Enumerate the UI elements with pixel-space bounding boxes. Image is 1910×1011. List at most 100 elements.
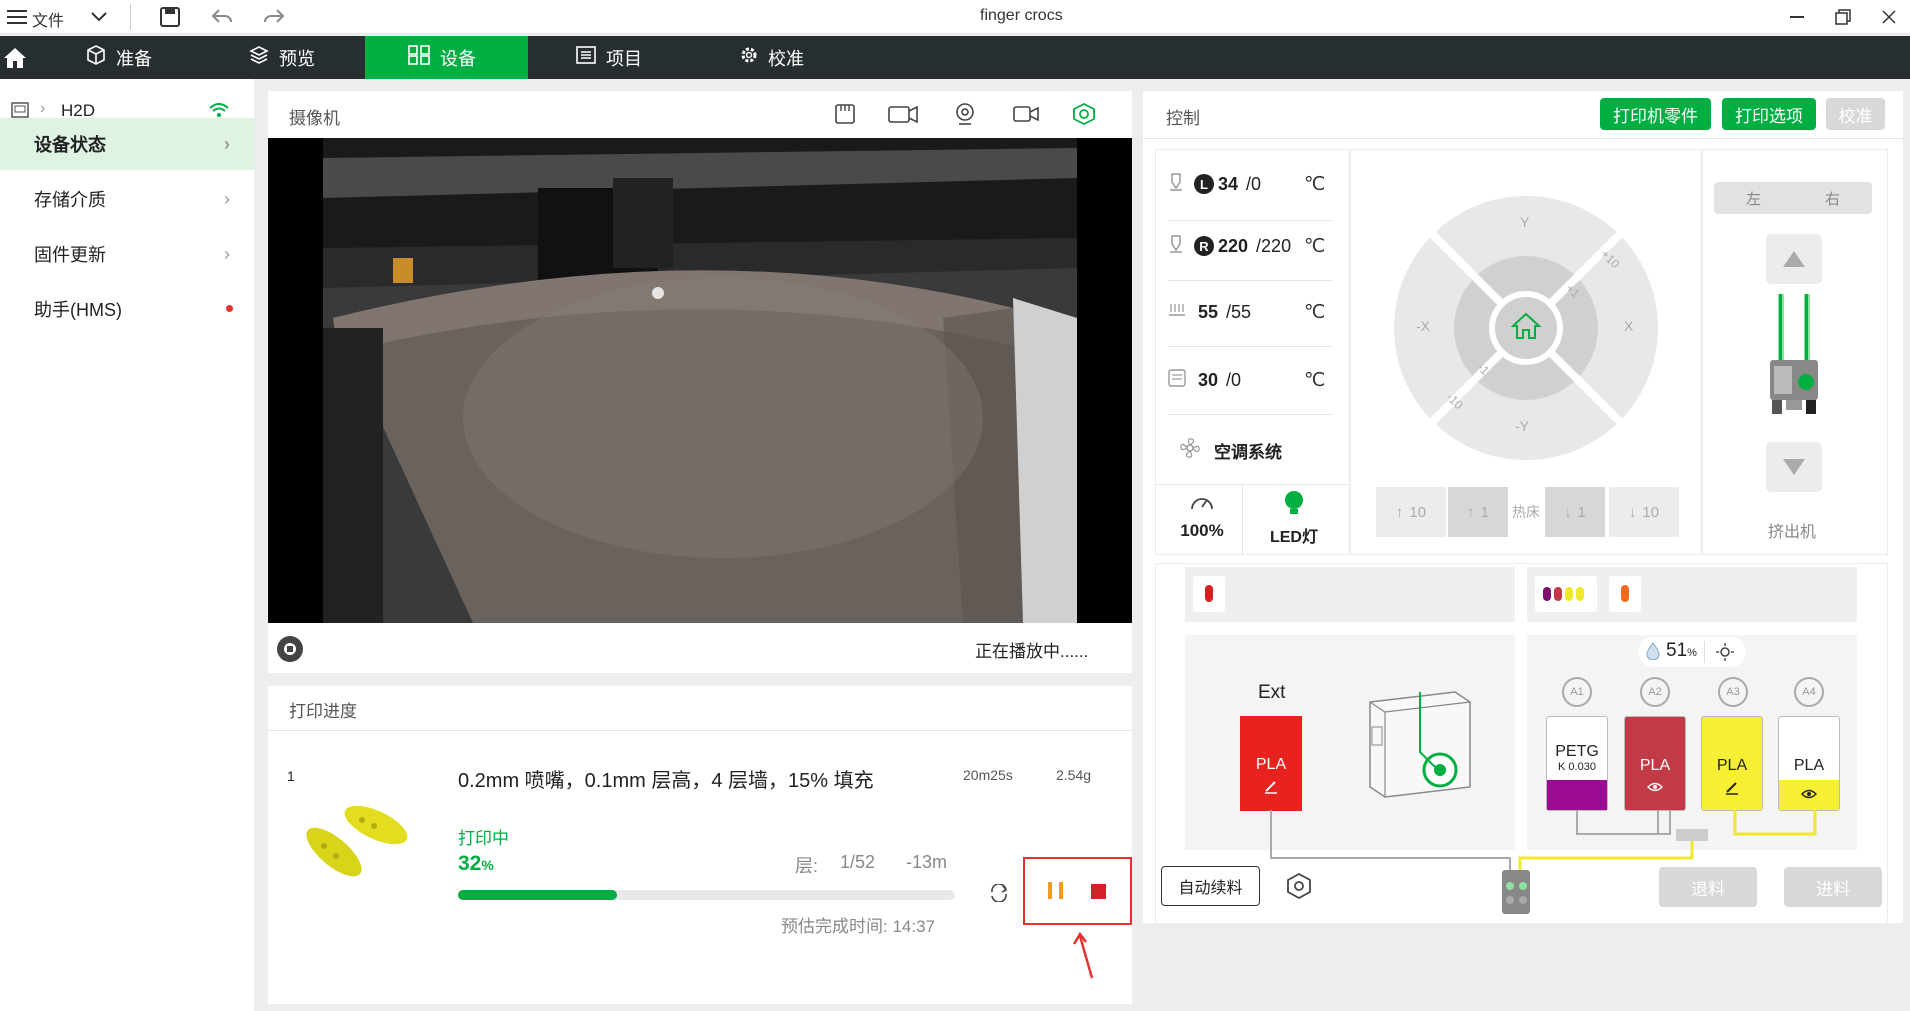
file-menu-label[interactable]: 文件 [32,7,64,31]
nozzle-left-current: 34 [1218,173,1239,194]
save-icon[interactable] [158,5,182,29]
timelapse-icon[interactable] [886,100,922,128]
calibrate-button[interactable]: 校准 [1826,98,1885,130]
slot-a3-icon[interactable]: A3 [1718,677,1748,707]
home-axes-icon[interactable] [1511,311,1541,341]
camera-title: 摄像机 [289,109,340,128]
slot-a4-icon[interactable]: A4 [1794,677,1824,707]
ac-system[interactable]: 空调系统 [1178,436,1282,465]
sun-icon[interactable] [1716,643,1734,666]
bed-up-1-label: 1 [1480,503,1489,521]
device-icon [408,45,430,70]
stop-playback-button[interactable] [277,636,303,662]
skip-objects-icon[interactable] [988,882,1010,904]
edit-icon [1263,778,1279,799]
sidebar-item-label: 固件更新 [34,245,106,265]
undo-icon[interactable] [210,5,234,29]
extruder-left-option[interactable]: 左 [1714,182,1793,214]
auto-refill-button[interactable]: 自动续料 [1161,866,1260,906]
spool-a1[interactable]: PETG K 0.030 [1546,716,1608,811]
load-button[interactable]: 进料 [1784,867,1882,907]
tab-project[interactable]: 项目 [558,36,688,79]
bed-down-1-button[interactable]: ↓ 1 [1545,487,1605,537]
sidebar-item-hms[interactable]: 助手(HMS) [0,283,254,335]
speed-value: 100% [1180,521,1224,540]
ams-settings-icon[interactable] [1282,870,1316,902]
window-title: finger crocs [980,7,1063,24]
extrude-down-button[interactable] [1766,442,1822,492]
chevron-right-icon: › [224,188,230,209]
spool-a3[interactable]: PLA [1701,716,1763,811]
stop-button[interactable] [1091,884,1106,899]
chevron-down-icon[interactable] [88,8,110,26]
divider [1168,346,1333,347]
chamber-target: /0 [1226,369,1242,390]
jog-y-minus[interactable]: -Y [1515,418,1529,434]
ext-spool[interactable]: PLA [1240,716,1302,811]
printer-parts-button[interactable]: 打印机零件 [1600,98,1711,130]
sidebar-item-label: 助手(HMS) [34,300,122,320]
bed-target: /55 [1226,301,1252,322]
bed-temp[interactable]: 55 /55 ℃ [1168,292,1325,332]
home-icon[interactable] [0,36,30,79]
slot-a2-icon[interactable]: A2 [1640,677,1670,707]
video-camera-icon[interactable] [1010,100,1042,128]
extruder-toggle[interactable]: 左 右 [1714,182,1872,214]
tab-device[interactable]: 设备 [365,36,528,79]
tab-preview[interactable]: 预览 [231,36,361,79]
pause-button[interactable] [1046,880,1066,902]
speed-control[interactable]: 100% [1170,492,1234,541]
redo-icon[interactable] [262,5,286,29]
ht-color-swatch [1621,585,1629,602]
jog-x-plus[interactable]: X [1624,318,1633,334]
ext-tab[interactable] [1193,576,1225,612]
extrude-up-button[interactable] [1766,234,1822,284]
job-weight: 2.54g [1056,767,1092,783]
nozzle-right-current: 220 [1218,235,1249,256]
alert-dot [226,305,233,312]
unload-button[interactable]: 退料 [1659,867,1757,907]
progress-percent-value: 32 [458,852,482,875]
bed-up-10-button[interactable]: ↑ 10 [1376,487,1446,537]
slot-a1-icon[interactable]: A1 [1562,677,1592,707]
jog-y-plus[interactable]: Y [1520,214,1529,230]
sd-card-icon[interactable] [832,100,862,128]
nozzle-icon [1168,234,1184,259]
ac-label: 空调系统 [1214,443,1282,462]
camera-feed[interactable] [268,138,1132,623]
camera-settings-icon[interactable] [1068,100,1100,128]
print-options-button[interactable]: 打印选项 [1722,98,1816,130]
extruder-right-option[interactable]: 右 [1793,182,1872,214]
bed-down-10-button[interactable]: ↓ 10 [1609,487,1679,537]
tab-prepare[interactable]: 准备 [68,36,198,79]
progress-bar-fill [458,890,618,900]
chamber-temp[interactable]: 30 /0 ℃ [1168,360,1325,400]
nozzle-left-temp[interactable]: L 34 /0 ℃ [1168,164,1325,204]
ext-material: PLA [1255,756,1287,773]
eta: 预估完成时间: 14:37 [781,917,935,936]
webcam-icon[interactable] [950,100,980,128]
bed-up-1-button[interactable]: ↑ 1 [1448,487,1508,537]
close-icon[interactable] [1878,6,1900,28]
bed-label: 热床 [1512,504,1540,520]
ams-tab-ht[interactable] [1609,576,1641,612]
arrow-up-icon: ↑ [1395,503,1404,521]
sidebar-item-firmware[interactable]: 固件更新 › [0,228,254,280]
minimize-icon[interactable] [1786,6,1808,28]
tab-calibration[interactable]: 校准 [722,36,852,79]
humidity-value: 51% [1666,640,1697,662]
ams-tab-a[interactable] [1535,576,1597,612]
sidebar-item-device-status[interactable]: 设备状态 › [0,118,254,170]
highlight-box [1023,857,1132,925]
spool-a4[interactable]: PLA [1778,716,1840,811]
hamburger-menu-icon[interactable] [6,6,28,28]
led-control[interactable]: LED灯 [1254,490,1334,547]
nozzle-right-temp[interactable]: R 220 /220 ℃ [1168,226,1325,266]
xy-jog-pad[interactable]: Y -Y X -X +10 +1 -1 -10 [1394,196,1658,460]
spool-a2[interactable]: PLA [1624,716,1686,811]
sidebar-item-label: 设备状态 [34,135,106,155]
list-icon [576,46,596,69]
sidebar-item-storage[interactable]: 存储介质 › [0,173,254,225]
jog-x-minus[interactable]: -X [1416,318,1430,334]
restore-icon[interactable] [1832,6,1854,28]
